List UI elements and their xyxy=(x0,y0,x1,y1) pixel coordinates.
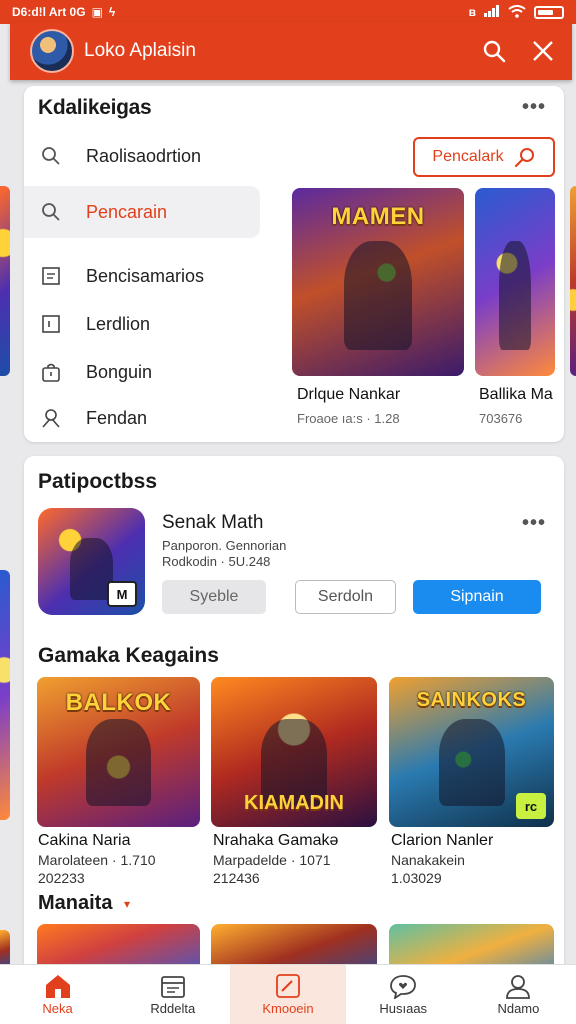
app-title: Loko Aplaisin xyxy=(84,40,196,61)
nav-item-chat[interactable]: Husıaas xyxy=(346,965,461,1024)
chat-heart-icon xyxy=(390,975,417,999)
app-meta: Rodkodin · 5U.248 xyxy=(162,554,271,569)
game-tile[interactable]: KIAMADIN xyxy=(211,677,377,827)
search-icon xyxy=(40,146,62,166)
game-art xyxy=(438,719,505,806)
game-badge: rc xyxy=(516,793,546,819)
section-title: Manaita ▾ xyxy=(38,892,130,915)
menu-item-label: Fendan xyxy=(86,407,148,428)
edit-icon xyxy=(276,974,300,998)
game-art-title: MAMEN xyxy=(331,203,425,231)
game-meta: 1.03029 xyxy=(391,870,442,886)
side-preview xyxy=(0,186,10,376)
search-panel: Kdalikeigas ••• Pencalark Raolisaodrtion… xyxy=(24,86,564,442)
nav-label: Kmooein xyxy=(262,1001,314,1016)
game-tile[interactable]: SAINKOKS rc xyxy=(389,677,554,827)
game-name: Clarion Nanler xyxy=(391,832,494,849)
chevron-down-icon[interactable]: ▾ xyxy=(124,897,130,911)
person-off-icon xyxy=(40,408,62,428)
filter-button[interactable]: Pencalark xyxy=(413,137,555,177)
featured-game-info: 703676 xyxy=(479,411,523,426)
nav-item-home[interactable]: Neka xyxy=(0,965,115,1024)
nav-label: Neka xyxy=(42,1001,73,1016)
panel-title: Patipoctbss xyxy=(38,470,158,493)
bottom-nav: Neka Rddelta Kmooein Husıaas Ndamo xyxy=(0,964,576,1024)
section-title-text: Manaita xyxy=(38,892,113,914)
menu-item-label: Raolisaodrtion xyxy=(86,145,202,166)
side-preview xyxy=(0,570,10,820)
bluetooth-icon: ʙ xyxy=(468,5,476,19)
bag-icon xyxy=(40,362,62,382)
nav-label: Rddelta xyxy=(150,1001,196,1016)
panel-title: Kdalikeigas xyxy=(38,96,152,119)
nav-label: Husıaas xyxy=(379,1001,428,1016)
game-name: Nrahaka Gamakə xyxy=(213,832,339,849)
game-meta: 202233 xyxy=(38,870,85,886)
signal-icon xyxy=(484,5,500,19)
game-art-title: BALKOK xyxy=(65,689,172,716)
square-icon xyxy=(40,315,62,333)
flash-icon: ϟ xyxy=(108,5,116,19)
outline-button[interactable]: Serdoln xyxy=(295,580,396,614)
menu-item-square[interactable]: Lerdlion xyxy=(24,300,260,348)
game-name: Cakina Naria xyxy=(38,832,131,849)
filter-button-label: Pencalark xyxy=(432,148,504,165)
menu-item-person[interactable]: Fendan xyxy=(24,394,260,442)
home-icon xyxy=(45,975,70,998)
menu-item-search[interactable]: Raolisaodrtion xyxy=(24,132,260,180)
calendar-icon xyxy=(160,976,185,998)
close-icon[interactable] xyxy=(532,40,554,62)
game-art-title: KIAMADIN xyxy=(244,792,344,814)
wifi-icon xyxy=(508,4,526,20)
menu-item-bag[interactable]: Bonguin xyxy=(24,348,260,396)
menu-item-label: Bonguin xyxy=(86,361,153,382)
more-options-icon[interactable]: ••• xyxy=(522,96,546,119)
more-options-icon[interactable]: ••• xyxy=(522,512,546,535)
game-art xyxy=(499,240,531,350)
battery-icon xyxy=(534,5,564,19)
featured-game-name: Drlque Nankar xyxy=(297,386,401,403)
game-art-title: SAINKOKS xyxy=(416,689,527,711)
app-name: Senak Math xyxy=(162,512,264,533)
menu-item-label: Bencisamarios xyxy=(86,265,205,286)
app-bar: Loko Aplaisin xyxy=(10,22,572,80)
primary-button[interactable]: Sipnain xyxy=(413,580,541,614)
app-badge: M xyxy=(107,581,137,607)
game-art xyxy=(343,240,413,350)
menu-item-search-active[interactable]: Pencarain xyxy=(24,186,260,238)
search-icon xyxy=(40,202,62,222)
nav-item-edit[interactable]: Kmooein xyxy=(230,965,346,1024)
game-info: Marpadelde · 1071 xyxy=(213,852,331,868)
game-tile[interactable]: BALKOK xyxy=(37,677,200,827)
app-icon[interactable]: M xyxy=(38,508,145,615)
menu-item-label: Pencarain xyxy=(86,201,168,222)
game-info: Nanakakein xyxy=(391,852,465,868)
side-preview xyxy=(570,186,576,376)
secondary-button[interactable]: Syeble xyxy=(162,580,266,614)
featured-game-info: Froaoe ıa:s · 1.28 xyxy=(297,411,400,426)
menu-item-documents[interactable]: Bencisamarios xyxy=(24,252,260,300)
featured-game-name: Ballika Ma xyxy=(479,386,553,403)
section-title: Gamaka Keagains xyxy=(38,644,219,667)
search-icon[interactable] xyxy=(482,39,506,63)
app-developer: Panporon. Gennorian xyxy=(162,538,287,553)
document-icon xyxy=(40,267,62,285)
user-icon xyxy=(506,975,531,999)
featured-game-tile[interactable]: MAMEN xyxy=(292,188,464,376)
apps-panel: Patipoctbss M Senak Math Panporon. Genno… xyxy=(24,456,564,976)
notification-icon: ▣ xyxy=(91,5,103,19)
game-info: Marolateen · 1.710 xyxy=(38,852,156,868)
featured-game-tile[interactable] xyxy=(475,188,555,376)
nav-item-profile[interactable]: Ndamo xyxy=(461,965,576,1024)
search-icon xyxy=(514,148,534,168)
status-bar: D6:d!l Art 0G ▣ ϟ ʙ xyxy=(0,0,576,24)
game-meta: 212436 xyxy=(213,870,260,886)
status-time: D6:d!l Art 0G xyxy=(12,5,86,19)
nav-item-calendar[interactable]: Rddelta xyxy=(115,965,230,1024)
avatar[interactable] xyxy=(30,29,74,73)
menu-item-label: Lerdlion xyxy=(86,313,151,334)
game-art xyxy=(85,719,152,806)
nav-label: Ndamo xyxy=(497,1001,540,1016)
